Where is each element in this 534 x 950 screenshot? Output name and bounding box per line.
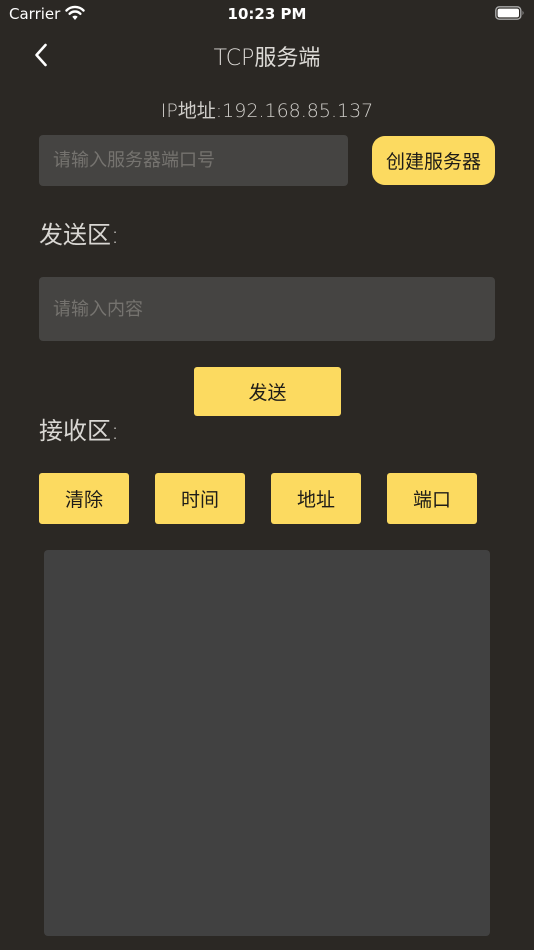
receive-section-label: 接收区: xyxy=(39,417,120,445)
send-button[interactable]: 发送 xyxy=(194,367,341,416)
tcp-server-screen: Carrier 10:23 PM TCP服务端 IP地址:192.168.85.… xyxy=(0,0,534,950)
port-input[interactable] xyxy=(39,135,348,186)
address-button[interactable]: 地址 xyxy=(271,473,361,524)
battery-icon xyxy=(495,6,524,20)
receive-area[interactable] xyxy=(44,550,490,936)
status-bar: Carrier 10:23 PM xyxy=(0,0,534,28)
page-title: TCP服务端 xyxy=(213,46,321,71)
clear-button[interactable]: 清除 xyxy=(39,473,129,524)
port-button[interactable]: 端口 xyxy=(387,473,477,524)
create-server-button[interactable]: 创建服务器 xyxy=(372,136,495,185)
content-input[interactable] xyxy=(39,277,495,341)
send-section-label: 发送区: xyxy=(39,221,120,249)
ip-address-label: IP地址:192.168.85.137 xyxy=(160,100,374,122)
status-time: 10:23 PM xyxy=(227,5,307,23)
time-button[interactable]: 时间 xyxy=(155,473,245,524)
